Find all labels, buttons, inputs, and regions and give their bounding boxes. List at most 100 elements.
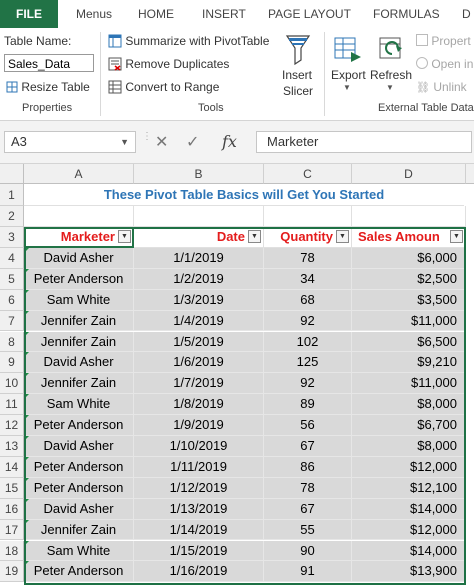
table-cell[interactable]: 1/3/2019 [134, 289, 264, 311]
filter-dropdown-icon[interactable]: ▼ [118, 230, 131, 243]
table-cell[interactable]: Sam White [24, 394, 134, 416]
resize-table-button[interactable]: Resize Table [6, 80, 90, 94]
table-cell[interactable]: 78 [264, 247, 352, 269]
table-cell[interactable]: David Asher [24, 436, 134, 457]
table-cell[interactable]: $3,500 [352, 289, 466, 311]
table-cell[interactable]: Jennifer Zain [24, 519, 134, 541]
table-cell[interactable]: $11,000 [352, 373, 466, 395]
table-cell[interactable]: $9,210 [352, 352, 466, 374]
table-cell[interactable]: 78 [264, 477, 352, 499]
table-cell[interactable]: 1/9/2019 [134, 415, 264, 436]
table-cell[interactable]: 91 [264, 561, 352, 583]
table-cell[interactable]: David Asher [24, 247, 134, 269]
column-header-a[interactable]: A [24, 164, 134, 184]
tab-page-layout[interactable]: PAGE LAYOUT [268, 0, 351, 28]
table-cell[interactable]: David Asher [24, 498, 134, 520]
filter-dropdown-icon[interactable]: ▼ [248, 230, 261, 243]
row-header[interactable]: 10 [0, 373, 24, 395]
row-header[interactable]: 6 [0, 289, 24, 311]
row-header[interactable]: 12 [0, 415, 24, 436]
table-cell[interactable]: 34 [264, 268, 352, 290]
table-cell[interactable]: 89 [264, 394, 352, 416]
table-cell[interactable]: $6,700 [352, 415, 466, 436]
table-cell[interactable]: Jennifer Zain [24, 310, 134, 332]
table-cell[interactable]: 67 [264, 436, 352, 457]
table-cell[interactable]: $14,000 [352, 498, 466, 520]
table-cell[interactable]: $11,000 [352, 310, 466, 332]
export-dropdown-icon[interactable]: ▼ [343, 83, 351, 92]
table-cell[interactable]: $8,000 [352, 436, 466, 457]
table-cell[interactable]: 1/11/2019 [134, 456, 264, 478]
table-cell[interactable]: Peter Anderson [24, 561, 134, 583]
table-cell[interactable]: 90 [264, 540, 352, 562]
table-cell[interactable]: 1/1/2019 [134, 247, 264, 269]
table-header-cell[interactable]: Sales Amoun ▼ [352, 227, 466, 248]
row-header[interactable]: 13 [0, 436, 24, 457]
empty-cell[interactable] [24, 206, 134, 227]
table-cell[interactable]: 1/7/2019 [134, 373, 264, 395]
open-in-browser-button[interactable]: Open in [416, 57, 473, 71]
table-cell[interactable]: $8,000 [352, 394, 466, 416]
table-cell[interactable]: 1/13/2019 [134, 498, 264, 520]
table-cell[interactable]: 86 [264, 456, 352, 478]
table-cell[interactable]: $12,000 [352, 519, 466, 541]
table-cell[interactable]: Sam White [24, 540, 134, 562]
row-header[interactable]: 9 [0, 352, 24, 374]
row-header[interactable]: 19 [0, 561, 24, 583]
table-cell[interactable]: 56 [264, 415, 352, 436]
refresh-dropdown-icon[interactable]: ▼ [386, 83, 394, 92]
summarize-pivottable-button[interactable]: Summarize with PivotTable [108, 34, 269, 48]
row-header[interactable]: 11 [0, 394, 24, 416]
table-cell[interactable]: $2,500 [352, 268, 466, 290]
table-cell[interactable]: 1/16/2019 [134, 561, 264, 583]
table-cell[interactable]: 102 [264, 331, 352, 353]
table-cell[interactable]: 1/6/2019 [134, 352, 264, 374]
table-cell[interactable]: 1/12/2019 [134, 477, 264, 499]
table-cell[interactable]: 67 [264, 498, 352, 520]
table-cell[interactable]: 68 [264, 289, 352, 311]
table-header-cell[interactable]: Quantity ▼ [264, 227, 352, 248]
row-header[interactable]: 8 [0, 331, 24, 353]
table-cell[interactable]: 1/4/2019 [134, 310, 264, 332]
sheet-title[interactable]: These Pivot Table Basics will Get You St… [24, 184, 464, 206]
table-header-cell[interactable]: Date ▼ [134, 227, 264, 248]
table-cell[interactable]: David Asher [24, 352, 134, 374]
insert-slicer-button[interactable] [280, 32, 316, 71]
name-box[interactable]: A3 ▼ [4, 131, 136, 153]
row-header[interactable]: 16 [0, 498, 24, 520]
insert-function-icon[interactable]: fx [222, 132, 237, 151]
row-header[interactable]: 18 [0, 540, 24, 562]
table-cell[interactable]: 92 [264, 310, 352, 332]
table-cell[interactable]: Peter Anderson [24, 268, 134, 290]
table-cell[interactable]: Peter Anderson [24, 477, 134, 499]
table-cell[interactable]: Jennifer Zain [24, 373, 134, 395]
table-cell[interactable]: $12,000 [352, 456, 466, 478]
empty-cell[interactable] [134, 206, 264, 227]
table-cell[interactable]: 1/10/2019 [134, 436, 264, 457]
table-cell[interactable]: $12,100 [352, 477, 466, 499]
table-cell[interactable]: $6,500 [352, 331, 466, 353]
table-cell[interactable]: 1/15/2019 [134, 540, 264, 562]
name-box-dropdown-icon[interactable]: ▼ [120, 132, 129, 152]
column-header-e[interactable] [466, 164, 474, 184]
table-cell[interactable]: 55 [264, 519, 352, 541]
filter-dropdown-icon[interactable]: ▼ [450, 230, 463, 243]
table-cell[interactable]: $14,000 [352, 540, 466, 562]
row-header[interactable]: 3 [0, 227, 24, 248]
row-header[interactable]: 7 [0, 310, 24, 332]
cancel-icon[interactable]: ✕ [155, 132, 168, 152]
column-header-c[interactable]: C [264, 164, 352, 184]
table-cell[interactable]: 1/8/2019 [134, 394, 264, 416]
table-cell[interactable]: 1/5/2019 [134, 331, 264, 353]
properties-button[interactable]: Propert [416, 34, 471, 48]
refresh-button[interactable] [376, 34, 406, 67]
row-header[interactable]: 5 [0, 268, 24, 290]
table-header-cell[interactable]: Marketer ▼ [24, 227, 134, 248]
table-cell[interactable]: 1/14/2019 [134, 519, 264, 541]
row-header[interactable]: 14 [0, 456, 24, 478]
tab-formulas[interactable]: FORMULAS [373, 0, 440, 28]
column-header-b[interactable]: B [134, 164, 264, 184]
empty-cell[interactable] [264, 206, 352, 227]
empty-cell[interactable] [352, 206, 466, 227]
column-header-d[interactable]: D [352, 164, 466, 184]
